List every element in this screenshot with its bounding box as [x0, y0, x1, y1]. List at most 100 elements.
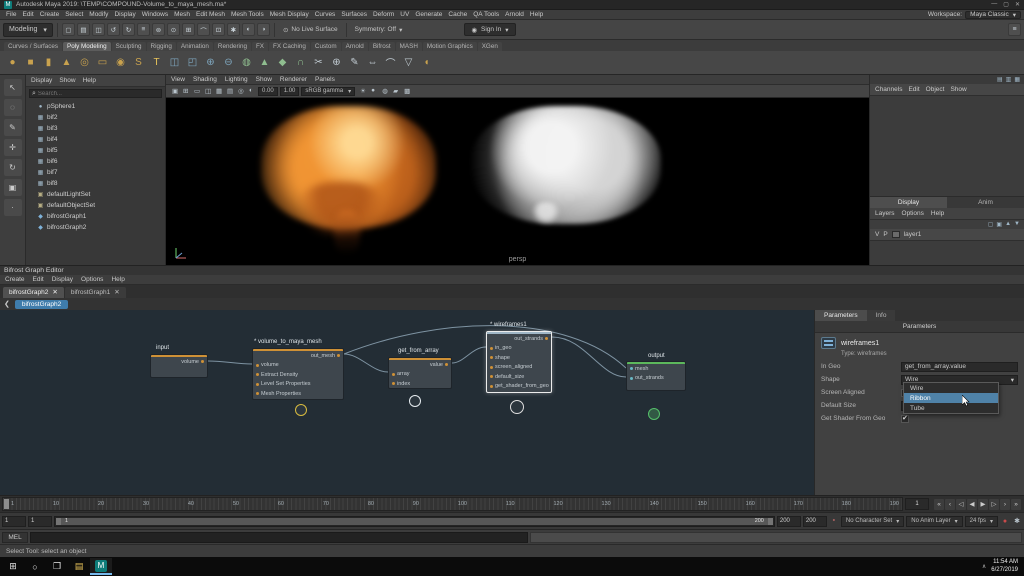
new-scene-icon[interactable]: ▢ [61, 23, 75, 36]
shelf-tab[interactable]: Sculpting [111, 42, 146, 51]
shelf-tab[interactable]: Rendering [213, 42, 251, 51]
watchpoint-selected[interactable] [510, 400, 524, 414]
move-tool[interactable]: ✛ [3, 139, 22, 156]
range-slider[interactable]: 1 200 [54, 515, 775, 527]
outliner-item[interactable]: ▦ bif2 [26, 112, 165, 123]
tray-up-icon[interactable]: ∧ [982, 563, 986, 570]
move-layer-down-icon[interactable]: ▼ [1014, 221, 1020, 228]
port-out-strands-in[interactable]: out_strands [627, 374, 685, 384]
select-component-icon[interactable]: ⊙ [166, 23, 180, 36]
go-to-end-button[interactable]: » [1011, 498, 1021, 510]
timeline-track[interactable]: 1 10 20 30 40 50 60 70 80 90 100 110 120 130 140 150 160… [2, 497, 903, 511]
lasso-tool[interactable]: ◌ [3, 99, 22, 116]
layer-editor-menu[interactable]: Help [931, 210, 944, 217]
play-forwards-button[interactable]: ▶ [978, 498, 988, 510]
menu-item[interactable]: Curves [312, 11, 339, 18]
viewport-menu[interactable]: Show [256, 76, 272, 83]
channelbox-display-icon[interactable]: ▤ [997, 76, 1003, 83]
new-empty-layer-icon[interactable]: ▢ [988, 221, 994, 228]
snap-grid-icon[interactable]: ⊞ [181, 23, 195, 36]
bridge-icon[interactable]: ∩ [292, 54, 309, 71]
node-get-from-array[interactable]: value array index [388, 357, 452, 389]
graph-editor-menu[interactable]: Options [81, 276, 103, 283]
select-hierarchy-icon[interactable]: ≡ [136, 23, 150, 36]
set-key-icon[interactable]: ⬩ [829, 517, 839, 525]
menu-item[interactable]: Edit [19, 11, 36, 18]
port-level-set-properties[interactable]: Level Set Properties [253, 380, 343, 390]
undo-icon[interactable]: ↺ [106, 23, 120, 36]
menu-item[interactable]: Modify [86, 11, 111, 18]
outliner-item[interactable]: ▣ defaultLightSet [26, 189, 165, 200]
crease-icon[interactable]: ⌒ [382, 54, 399, 71]
ambient-occlusion-icon[interactable]: ◍ [379, 87, 389, 95]
outliner-item[interactable]: ▦ bif4 [26, 134, 165, 145]
bevel-icon[interactable]: ◆ [274, 54, 291, 71]
channelbox-menu[interactable]: Channels [875, 86, 902, 93]
graph-editor-titlebar[interactable]: Bifrost Graph Editor [0, 265, 1024, 275]
maya-taskbar-icon[interactable]: M [90, 558, 112, 575]
outliner-search-input[interactable] [37, 90, 159, 97]
poly-torus-icon[interactable]: ◎ [76, 54, 93, 71]
outliner-item[interactable]: ▦ bif3 [26, 123, 165, 134]
port-volume-in[interactable]: volume [253, 361, 343, 371]
step-back-key-button[interactable]: ‹ [945, 498, 955, 510]
snap-curve-icon[interactable]: ⌒ [196, 23, 210, 36]
watchpoint-white[interactable] [409, 395, 421, 407]
poly-sphere-icon[interactable]: ● [4, 54, 21, 71]
tab-anim[interactable]: Anim [947, 197, 1024, 208]
outliner-item[interactable]: ◆ bifrostGraph1 [26, 211, 165, 222]
smooth-icon[interactable]: ◍ [238, 54, 255, 71]
close-tab-icon[interactable]: ✕ [52, 288, 57, 296]
symmetry-dropdown[interactable]: Symmetry: Off ▾ [351, 26, 407, 34]
menu-item[interactable]: Edit Mesh [193, 11, 228, 18]
command-input[interactable] [30, 531, 528, 543]
scale-tool[interactable]: ▣ [3, 179, 22, 196]
script-language-toggle[interactable]: MEL [2, 531, 28, 543]
viewport-canvas[interactable]: persp [166, 98, 869, 265]
watchpoint-green[interactable] [648, 408, 660, 420]
animation-end-field[interactable]: 200 [776, 515, 801, 527]
boolean-difference-icon[interactable]: ◰ [184, 54, 201, 71]
shadows-icon[interactable]: ● [368, 87, 378, 95]
select-tool[interactable]: ↖ [3, 79, 22, 96]
viewport-menu[interactable]: Panels [315, 76, 335, 83]
separate-icon[interactable]: ⊖ [220, 54, 237, 71]
menu-set-dropdown[interactable]: Modeling ▾ [3, 22, 53, 37]
menu-item[interactable]: Help [527, 11, 546, 18]
option-ribbon[interactable]: Ribbon [904, 393, 998, 403]
viewport-menu[interactable]: Lighting [225, 76, 248, 83]
ipr-render-icon[interactable]: ◑ [256, 23, 270, 36]
save-scene-icon[interactable]: ◫ [91, 23, 105, 36]
outliner-item[interactable]: ▦ bif7 [26, 167, 165, 178]
shelf-tab[interactable]: Custom [310, 42, 341, 51]
tab-bifrostgraph1[interactable]: bifrostGraph1 ✕ [64, 287, 126, 298]
poly-helix-icon[interactable]: S [130, 54, 147, 71]
menu-item[interactable]: Create [37, 11, 63, 18]
step-forward-frame-button[interactable]: ▷ [989, 498, 999, 510]
move-layer-up-icon[interactable]: ▲ [1005, 221, 1011, 228]
port-shape[interactable]: shape [487, 353, 551, 363]
layer-visibility-toggle[interactable]: V [875, 231, 879, 238]
shelf-tab[interactable]: Arnold [341, 42, 368, 51]
port-mesh-properties[interactable]: Mesh Properties [253, 389, 343, 399]
maximize-icon[interactable]: ▢ [1003, 1, 1009, 8]
paint-select-tool[interactable]: ✎ [3, 119, 22, 136]
textures-icon[interactable]: ▩ [401, 87, 411, 95]
shelf-tab[interactable]: Poly Modeling [63, 42, 111, 51]
resolution-gate-icon[interactable]: ◫ [202, 87, 212, 95]
command-result-field[interactable] [530, 531, 1022, 543]
port-index-in[interactable]: index [389, 379, 451, 388]
graph-editor-menu[interactable]: Help [111, 276, 124, 283]
tab-bifrostgraph2[interactable]: bifrostGraph2 ✕ [3, 287, 64, 298]
render-icon[interactable]: ◐ [241, 23, 255, 36]
menu-item[interactable]: Cache [445, 11, 470, 18]
task-view-icon[interactable]: ❒ [46, 558, 68, 575]
menu-item[interactable]: Display [111, 11, 138, 18]
sign-in-button[interactable]: ◉ Sign In ▾ [464, 23, 516, 36]
port-default-size[interactable]: default_size [487, 372, 551, 382]
range-handle-right[interactable] [767, 517, 773, 525]
option-wire[interactable]: Wire [904, 383, 998, 393]
step-back-frame-button[interactable]: ◁ [956, 498, 966, 510]
outliner-item[interactable]: ▣ defaultObjectSet [26, 200, 165, 211]
file-explorer-icon[interactable]: ▤ [68, 558, 90, 575]
